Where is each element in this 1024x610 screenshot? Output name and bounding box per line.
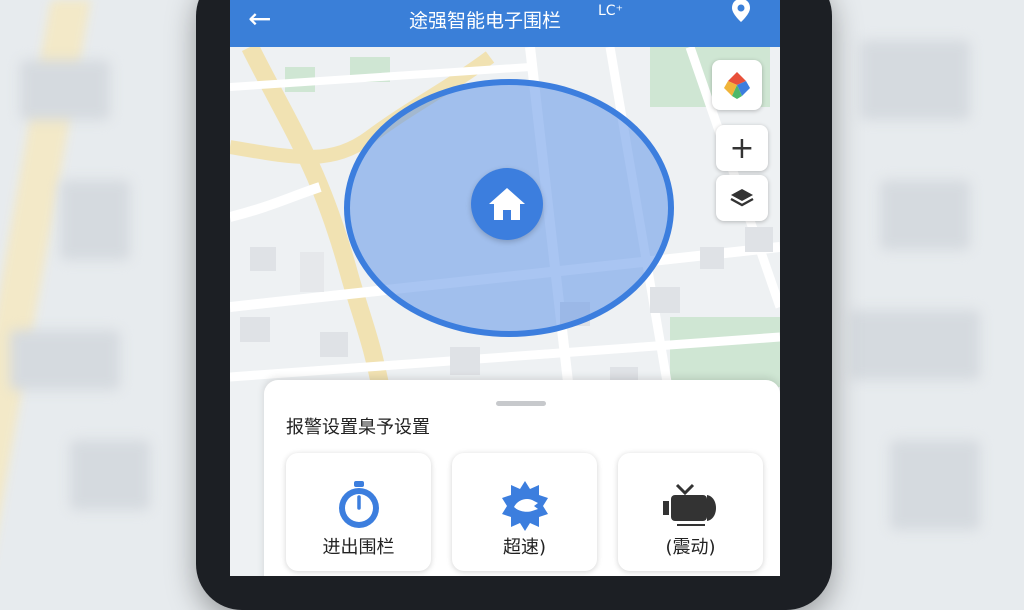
layers-icon bbox=[730, 189, 754, 207]
home-icon bbox=[489, 188, 525, 220]
option-label: (震动) bbox=[665, 537, 716, 558]
option-label: 进出围栏 bbox=[322, 537, 395, 558]
phone-screen: + ← 途强智能电子围栏 LC⁺ 报警设置臬予设置 进出围栏 超速) (震动) bbox=[230, 0, 780, 576]
location-pin-icon[interactable] bbox=[730, 0, 752, 24]
stopwatch-icon bbox=[338, 481, 379, 528]
app-logo-button[interactable] bbox=[712, 60, 762, 110]
option-label: 超速) bbox=[502, 537, 547, 558]
lc-label: LC⁺ bbox=[598, 3, 623, 19]
plus-icon: + bbox=[729, 130, 755, 166]
alarm-settings-panel: 报警设置臬予设置 进出围栏 超速) (震动) bbox=[264, 380, 780, 576]
zoom-in-button[interactable]: + bbox=[716, 125, 768, 171]
layers-button[interactable] bbox=[716, 175, 768, 221]
option-fence-in-out[interactable]: 进出围栏 bbox=[286, 453, 431, 571]
option-vibration[interactable]: (震动) bbox=[618, 453, 763, 571]
app-header: ← 途强智能电子围栏 LC⁺ bbox=[230, 0, 780, 47]
panel-title: 报警设置臬予设置 bbox=[286, 417, 430, 438]
vibration-icon bbox=[662, 483, 716, 526]
app-logo-icon bbox=[724, 72, 750, 99]
page-title: 途强智能电子围栏 bbox=[408, 10, 561, 32]
option-overspeed[interactable]: 超速) bbox=[452, 453, 597, 571]
speed-badge-icon bbox=[501, 481, 548, 531]
drag-handle[interactable] bbox=[496, 401, 546, 406]
home-marker[interactable] bbox=[471, 168, 543, 240]
